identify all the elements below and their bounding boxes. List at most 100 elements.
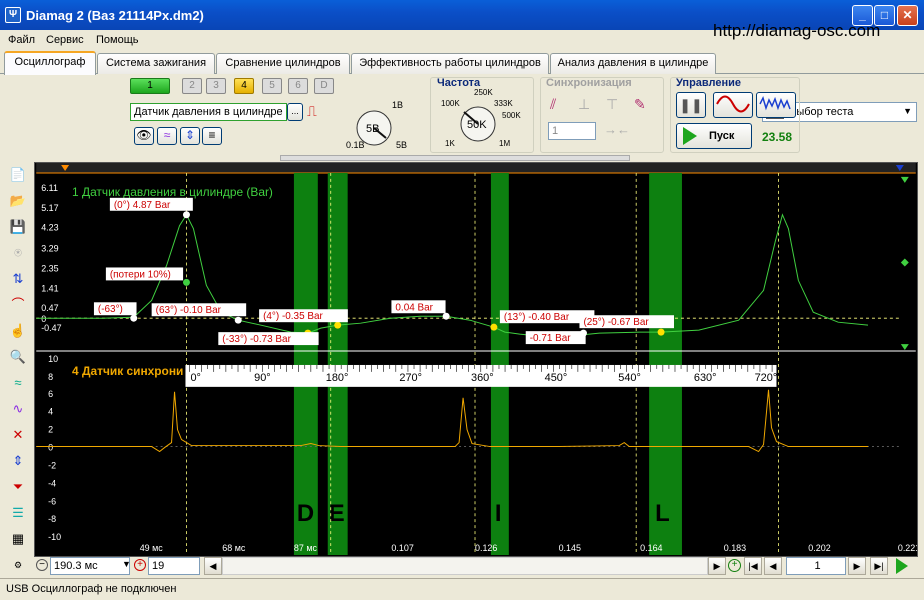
menu-service[interactable]: Сервис bbox=[46, 34, 84, 46]
angle-label-5: 450° bbox=[545, 372, 568, 384]
hand-icon[interactable]: ☝ bbox=[6, 321, 30, 341]
close-button[interactable]: ✕ bbox=[897, 5, 918, 26]
play-icon[interactable] bbox=[896, 558, 908, 574]
rising-trigger-icon[interactable]: ⊥ bbox=[578, 96, 590, 113]
angle-label-6: 540° bbox=[618, 372, 641, 384]
x-tick-4: 0.126 bbox=[475, 543, 497, 553]
tab-cylinder-compare[interactable]: Сравнение цилиндров bbox=[216, 53, 350, 74]
channel-2-button[interactable]: 2 bbox=[182, 78, 202, 94]
ch4-tick-4: 2 bbox=[48, 425, 53, 435]
waves-icon[interactable]: ≈ bbox=[6, 373, 30, 393]
zone-3 bbox=[649, 172, 682, 556]
eye-icon[interactable]: 👁 bbox=[134, 127, 154, 145]
minus-icon[interactable]: − bbox=[36, 559, 48, 571]
play-icon bbox=[683, 127, 697, 145]
page-input[interactable]: 1 bbox=[786, 557, 846, 575]
count-input[interactable]: 19 bbox=[148, 557, 200, 575]
menu-file[interactable]: Файл bbox=[8, 34, 35, 46]
channel-1-button[interactable]: 1 bbox=[130, 78, 170, 94]
freq-250k: 250K bbox=[474, 88, 493, 97]
freq-value: 50K bbox=[467, 119, 487, 131]
ch1-tick-0: 6.11 bbox=[41, 183, 58, 193]
filter-icon[interactable]: ⏷ bbox=[6, 477, 30, 497]
sync-channel-select[interactable]: 1 bbox=[548, 122, 596, 140]
timebase-input[interactable]: 190.3 мс bbox=[50, 557, 130, 575]
amp-knob-value: 5В bbox=[366, 123, 379, 135]
scroll-left-button[interactable]: ◀ bbox=[204, 557, 222, 575]
tab-pressure-analysis[interactable]: Анализ давления в цилиндре bbox=[550, 53, 716, 74]
annotation-a2: (потери 10%) bbox=[110, 269, 171, 280]
new-file-icon[interactable]: 📄 bbox=[6, 165, 30, 185]
add-page-icon[interactable]: + bbox=[728, 559, 741, 572]
ch4-tick-1: 8 bbox=[48, 372, 53, 382]
status-bar: USB Осциллограф не подключен bbox=[0, 578, 924, 600]
sync-arrows-icon[interactable]: →← bbox=[604, 122, 630, 137]
angle-label-8: 720° bbox=[755, 372, 778, 384]
frequency-knob[interactable]: 50K 100K 250K 333K 500K 1K 1M bbox=[432, 86, 532, 152]
rising-edge-icon[interactable]: ⫽ bbox=[550, 96, 556, 113]
horizontal-scrollbar[interactable] bbox=[222, 557, 708, 575]
x-tick-1: 68 мс bbox=[222, 543, 246, 553]
table-icon[interactable]: ▦ bbox=[6, 529, 30, 549]
panel-collapse-bar[interactable] bbox=[280, 155, 630, 161]
freq-100k: 100K bbox=[441, 99, 460, 108]
annotation-a7: 0.04 Bar bbox=[395, 302, 433, 313]
next-page-button[interactable]: ▶ bbox=[848, 557, 866, 575]
prev-page-button[interactable]: ◀ bbox=[764, 557, 782, 575]
menu-help[interactable]: Помощь bbox=[96, 34, 139, 46]
zone-label-1: E bbox=[329, 500, 345, 527]
auto-settings-icon[interactable]: ⚙ bbox=[6, 555, 30, 575]
ch4-tick-2: 6 bbox=[48, 389, 53, 399]
arc-icon[interactable]: ⌒ bbox=[6, 295, 30, 315]
point-7 bbox=[490, 323, 498, 331]
ch1-tick-5: 1.41 bbox=[41, 283, 58, 293]
first-page-button[interactable]: |◀ bbox=[744, 557, 762, 575]
zoom-icon[interactable]: 🔍 bbox=[6, 347, 30, 367]
ch1-tick-1: 5.17 bbox=[41, 203, 58, 213]
start-label: Пуск bbox=[709, 130, 735, 142]
ch1-tick-3: 3.29 bbox=[41, 244, 58, 254]
sine-compare-icon[interactable]: ∿ bbox=[6, 399, 30, 419]
tab-oscilloscope[interactable]: Осциллограф bbox=[4, 51, 96, 75]
scale-arrows-icon[interactable]: ⇕ bbox=[180, 127, 200, 145]
start-button[interactable]: Пуск bbox=[676, 123, 752, 149]
channel-4-button[interactable]: 4 bbox=[234, 78, 254, 94]
ch4-tick-10: -10 bbox=[48, 532, 61, 542]
cursor-measure-icon[interactable]: ⇅ bbox=[6, 269, 30, 289]
freq-500k: 500K bbox=[502, 111, 521, 120]
last-page-button[interactable]: ▶| bbox=[870, 557, 888, 575]
vertical-arrows-icon[interactable]: ⇕ bbox=[6, 451, 30, 471]
probe-icon[interactable]: ⎍ bbox=[307, 103, 327, 123]
auto-icon[interactable]: ⍟ bbox=[6, 243, 30, 263]
point-3 bbox=[234, 316, 242, 324]
tab-ignition[interactable]: Система зажигания bbox=[97, 53, 215, 74]
tab-cylinder-efficiency[interactable]: Эффективность работы цилиндров bbox=[351, 53, 549, 74]
ch4-tick-5: 0 bbox=[48, 443, 53, 453]
crossing-icon[interactable]: ✕ bbox=[6, 425, 30, 445]
sensor-browse-button[interactable]: ... bbox=[287, 103, 303, 121]
sensor-select[interactable]: Датчик давления в цилиндре bbox=[130, 103, 287, 121]
open-folder-icon[interactable]: 📂 bbox=[6, 191, 30, 211]
ch1-tick-2: 4.23 bbox=[41, 223, 58, 233]
noise-mode-icon[interactable] bbox=[756, 92, 796, 118]
falling-trigger-icon[interactable]: ⊤ bbox=[606, 96, 618, 113]
channel-d-button[interactable]: D bbox=[314, 78, 334, 94]
channel-6-button[interactable]: 6 bbox=[288, 78, 308, 94]
chevron-down-icon[interactable]: ▼ bbox=[122, 559, 131, 569]
pause-icon[interactable]: ❚❚ bbox=[676, 92, 706, 118]
lines-icon[interactable]: ≡ bbox=[202, 127, 222, 145]
channel-3-button[interactable]: 3 bbox=[206, 78, 226, 94]
sine-mode-icon[interactable] bbox=[713, 92, 753, 118]
layers-icon[interactable]: ☰ bbox=[6, 503, 30, 523]
point-0 bbox=[182, 211, 190, 219]
amplitude-knob[interactable]: 5В 0.1В 5В 1В bbox=[340, 96, 424, 152]
scroll-right-button[interactable]: ▶ bbox=[708, 557, 726, 575]
zone-label-2: I bbox=[495, 500, 502, 527]
auto-trigger-icon[interactable]: ✎ bbox=[634, 96, 646, 113]
plus-icon[interactable]: + bbox=[134, 559, 146, 571]
amp-knob-top: 1В bbox=[392, 100, 403, 110]
oscilloscope-display[interactable]: DE I L 6.11 5.17 4.23 3.29 2.35 1.41 0.47 0 -0.47 1… bbox=[34, 162, 918, 557]
channel-5-button[interactable]: 5 bbox=[262, 78, 282, 94]
invert-icon[interactable]: ≈ bbox=[157, 127, 177, 145]
save-icon[interactable]: 💾 bbox=[6, 217, 30, 237]
